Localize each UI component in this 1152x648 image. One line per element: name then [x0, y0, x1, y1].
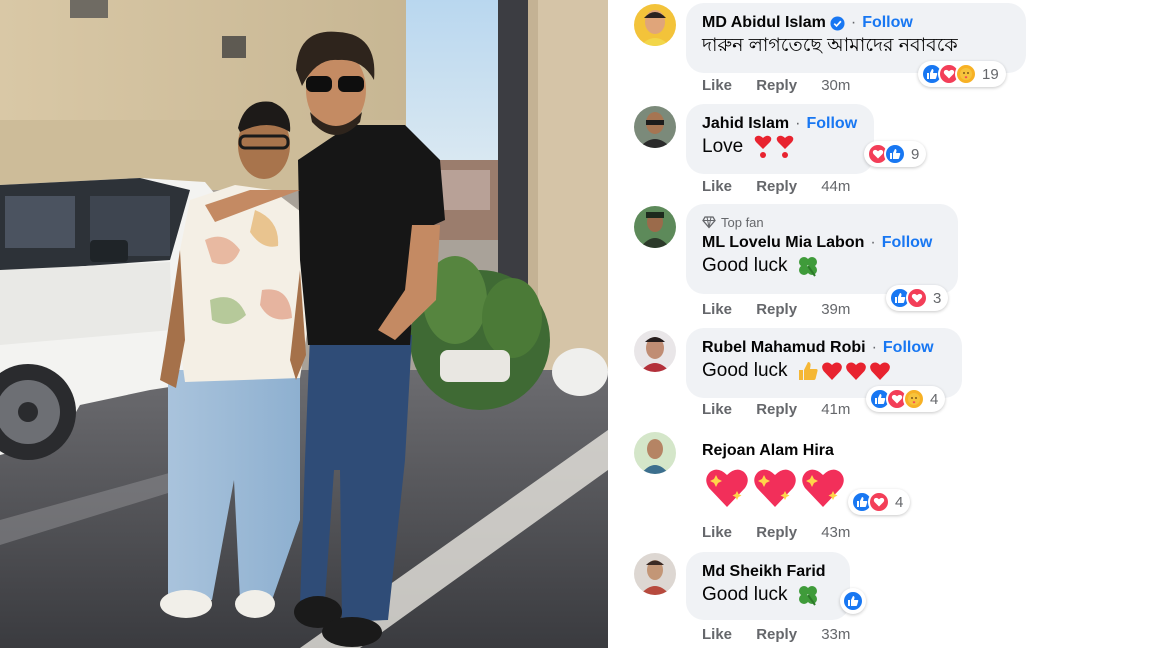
like-action[interactable]: Like — [702, 77, 732, 94]
sparkling-heart-icon — [802, 469, 844, 507]
reply-action[interactable]: Reply — [756, 77, 797, 94]
four-leaf-clover-icon — [798, 257, 817, 277]
red-heart-icon — [869, 362, 890, 380]
like-action[interactable]: Like — [702, 401, 732, 418]
reply-action[interactable]: Reply — [756, 301, 797, 318]
top-fan-badge: Top fan — [702, 214, 944, 230]
reaction-count: 4 — [930, 390, 939, 408]
separator-dot: · — [871, 339, 877, 356]
like-action[interactable]: Like — [702, 626, 732, 643]
reaction-count: 9 — [911, 145, 920, 163]
comment-author[interactable]: Rubel Mahamud Robi — [702, 339, 866, 357]
reply-action[interactable]: Reply — [756, 524, 797, 541]
separator-dot: · — [870, 234, 876, 251]
comment-text: দারুন লাগতেছে আমাদের নবাবকে — [702, 35, 958, 56]
comment-actions: Like Reply 43m — [702, 524, 850, 541]
reaction-count: 3 — [933, 289, 942, 307]
avatar[interactable] — [634, 106, 676, 148]
thumbs-up-icon — [798, 362, 818, 380]
avatar[interactable] — [634, 4, 676, 46]
love-icon — [906, 287, 928, 309]
like-icon — [884, 143, 906, 165]
comment-time[interactable]: 41m — [821, 401, 850, 418]
comment-actions: Like Reply 33m — [702, 626, 850, 643]
comment-actions: Like Reply 30m — [702, 77, 850, 94]
follow-button[interactable]: Follow — [806, 115, 857, 133]
like-icon — [842, 590, 864, 612]
comment-actions: Like Reply 44m — [702, 178, 850, 195]
reaction-summary[interactable]: 4 — [866, 386, 946, 412]
comment-text: Good luck — [702, 255, 788, 276]
care-icon — [955, 63, 977, 85]
reaction-summary[interactable]: 19 — [918, 61, 1006, 87]
separator-dot: · — [795, 115, 801, 132]
separator-dot: · — [850, 14, 857, 31]
comments-panel: MD Abidul Islam · Follow দারুন লাগতেছে আ… — [608, 0, 1152, 648]
reaction-count: 19 — [982, 65, 999, 83]
reply-action[interactable]: Reply — [756, 626, 797, 643]
comment-author[interactable]: Rejoan Alam Hira — [702, 442, 834, 460]
comment-time[interactable]: 43m — [821, 524, 850, 541]
comment-bubble: Md Sheikh Farid Good luck — [686, 552, 850, 620]
care-icon — [903, 388, 925, 410]
follow-button[interactable]: Follow — [862, 14, 913, 32]
comment-author[interactable]: MD Abidul Islam — [702, 14, 826, 32]
reaction-summary[interactable]: 3 — [886, 285, 949, 311]
red-heart-icon — [845, 362, 866, 380]
avatar[interactable] — [634, 553, 676, 595]
verified-badge-icon — [830, 15, 845, 31]
love-icon — [868, 491, 890, 513]
reaction-summary[interactable]: 9 — [864, 141, 927, 167]
reaction-summary[interactable]: 4 — [848, 489, 911, 515]
comment-actions: Like Reply 39m — [702, 301, 850, 318]
diamond-icon — [702, 216, 716, 229]
sparkling-heart-icon — [706, 469, 748, 507]
reply-action[interactable]: Reply — [756, 178, 797, 195]
like-action[interactable]: Like — [702, 178, 732, 195]
sparkling-heart-icon — [754, 469, 796, 507]
comment-time[interactable]: 33m — [821, 626, 850, 643]
top-fan-label: Top fan — [721, 214, 764, 230]
like-action[interactable]: Like — [702, 301, 732, 318]
photo-illustration — [0, 0, 608, 648]
comment-time[interactable]: 30m — [821, 77, 850, 94]
reaction-summary[interactable] — [840, 588, 866, 614]
red-heart-icon — [821, 362, 842, 380]
reaction-count: 4 — [895, 493, 904, 511]
reply-action[interactable]: Reply — [756, 401, 797, 418]
comment-author[interactable]: Md Sheikh Farid — [702, 563, 826, 581]
avatar[interactable] — [634, 432, 676, 474]
comment-author[interactable]: Jahid Islam — [702, 115, 789, 133]
avatar[interactable] — [634, 206, 676, 248]
comment-actions: Like Reply 41m — [702, 401, 850, 418]
avatar[interactable] — [634, 330, 676, 372]
comment-text: Good luck — [702, 584, 788, 605]
comment-bubble: Jahid Islam · Follow Love — [686, 104, 874, 174]
comment-bubble: Top fan ML Lovelu Mia Labon · Follow Goo… — [686, 204, 958, 294]
comment-author[interactable]: ML Lovelu Mia Labon — [702, 234, 864, 252]
follow-button[interactable]: Follow — [883, 339, 934, 357]
four-leaf-clover-icon — [798, 586, 817, 606]
heart-exclamation-icon — [754, 135, 772, 158]
comment-text: Love — [702, 136, 744, 157]
comment-time[interactable]: 44m — [821, 178, 850, 195]
heart-exclamation-icon — [776, 135, 794, 158]
post-photo[interactable] — [0, 0, 608, 648]
comment-time[interactable]: 39m — [821, 301, 850, 318]
comment-text: Good luck — [702, 360, 788, 381]
like-action[interactable]: Like — [702, 524, 732, 541]
follow-button[interactable]: Follow — [882, 234, 933, 252]
